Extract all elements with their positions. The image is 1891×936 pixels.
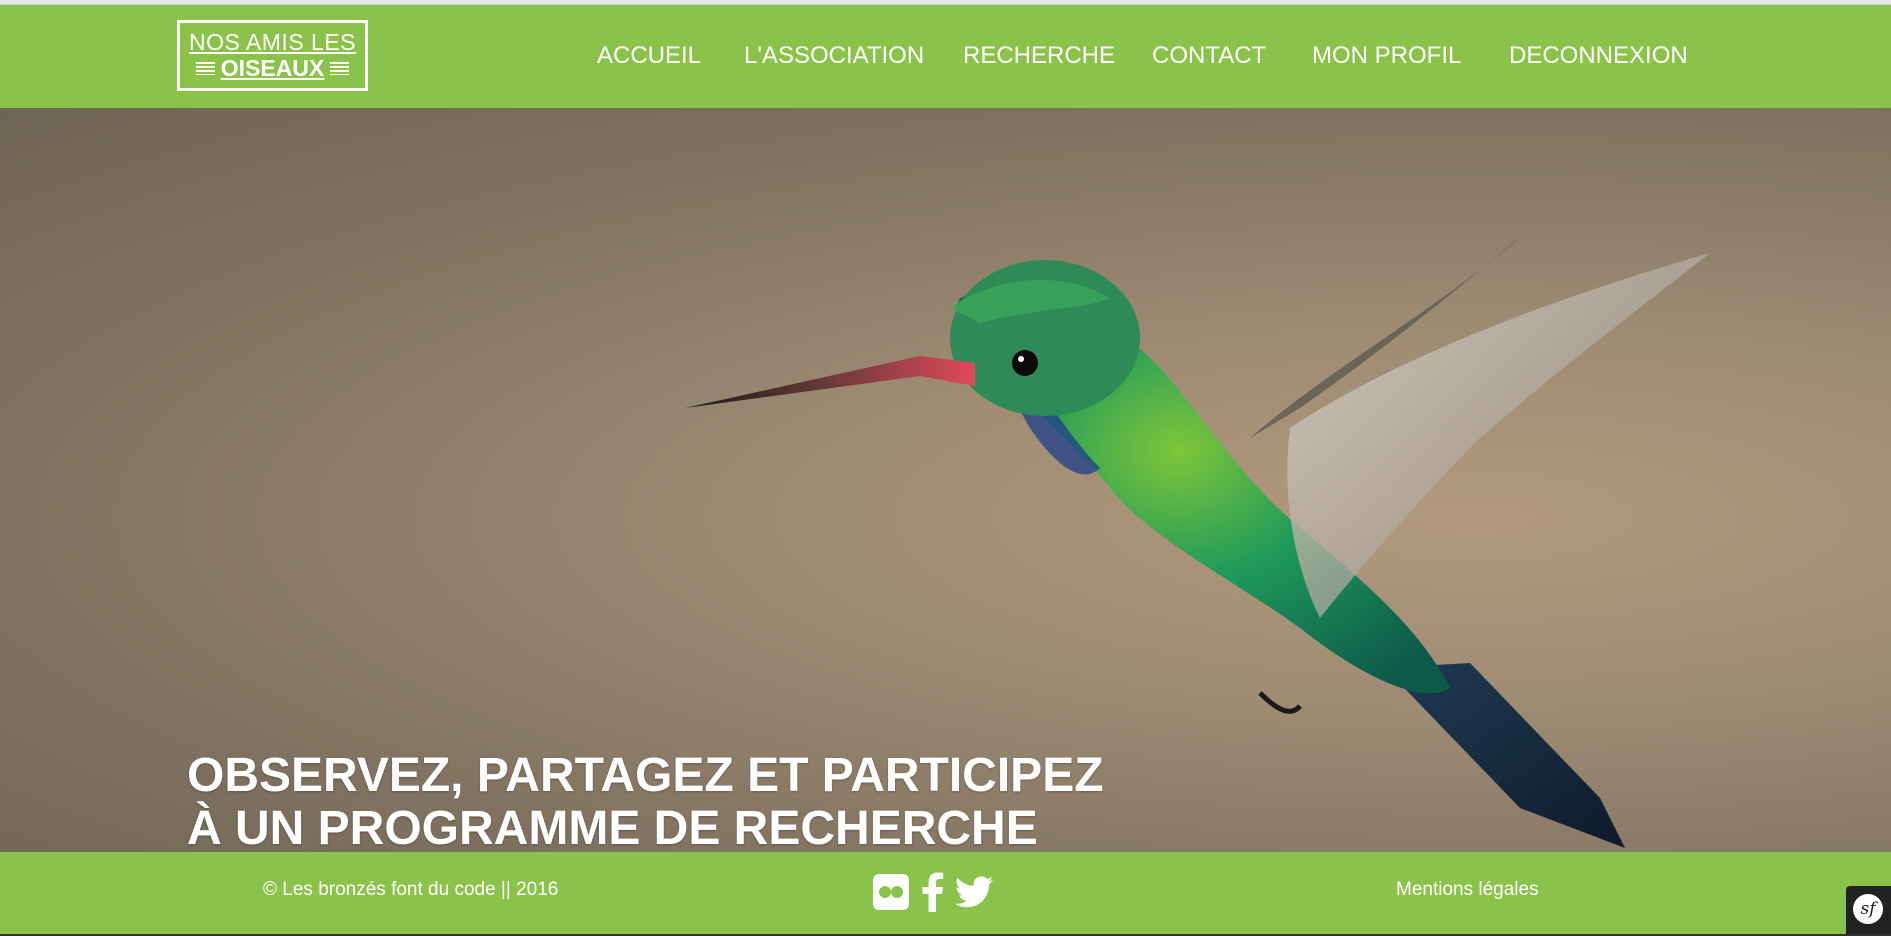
hero-title: OBSERVEZ, PARTAGEZ ET PARTICIPEZ À UN PR… <box>187 749 1104 852</box>
twitter-icon[interactable] <box>955 875 993 913</box>
nav-item-association[interactable]: L'ASSOCIATION <box>744 41 924 71</box>
navbar: NOS AMIS LES OISEAUX ACCUEIL L'ASSOCIATI… <box>0 5 1891 108</box>
nav-item-recherche[interactable]: RECHERCHE <box>963 41 1115 71</box>
hero-title-line2: À UN PROGRAMME DE RECHERCHE <box>187 802 1038 852</box>
footer: © Les bronzés font du code || 2016 Menti… <box>0 852 1891 934</box>
flickr-icon[interactable] <box>873 873 909 915</box>
symfony-icon: sf <box>1853 894 1883 924</box>
nav-item-mon-profil[interactable]: MON PROFIL <box>1312 41 1461 71</box>
hero-title-line1: OBSERVEZ, PARTAGEZ ET PARTICIPEZ <box>187 749 1104 802</box>
nav-item-accueil[interactable]: ACCUEIL <box>597 41 701 71</box>
social-links <box>873 872 993 917</box>
legal-notice-link[interactable]: Mentions légales <box>1396 879 1539 901</box>
nav-item-deconnexion[interactable]: DECONNEXION <box>1509 41 1688 71</box>
copyright-text: © Les bronzés font du code || 2016 <box>263 879 559 900</box>
main-nav: ACCUEIL L'ASSOCIATION RECHERCHE CONTACT … <box>0 5 1891 108</box>
debug-toolbar-toggle[interactable]: sf <box>1846 886 1891 934</box>
page: NOS AMIS LES OISEAUX ACCUEIL L'ASSOCIATI… <box>0 0 1891 936</box>
hero-banner: OBSERVEZ, PARTAGEZ ET PARTICIPEZ À UN PR… <box>0 108 1891 852</box>
facebook-icon[interactable] <box>919 872 945 917</box>
nav-item-contact[interactable]: CONTACT <box>1152 41 1266 71</box>
hummingbird-photo-icon <box>685 233 1710 848</box>
